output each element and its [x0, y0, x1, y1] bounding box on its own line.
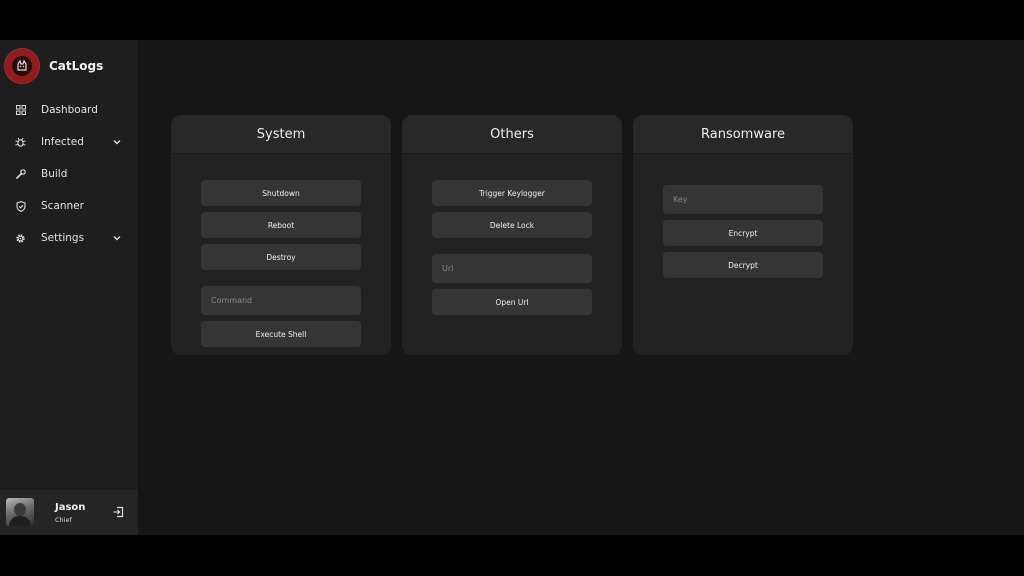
system-panel-title: System: [171, 115, 391, 154]
user-name: Jason: [55, 502, 86, 513]
open-url-button[interactable]: Open Url: [432, 289, 592, 315]
user-profile: Jason Chief: [0, 490, 138, 535]
execute-shell-button[interactable]: Execute Shell: [201, 321, 361, 347]
shield-icon: [15, 200, 26, 212]
sidebar: CatLogs Dashboard Infected Build Scanner…: [0, 40, 138, 535]
sidebar-item-label: Infected: [41, 136, 84, 148]
url-input[interactable]: Url: [432, 254, 592, 283]
sidebar-item-label: Dashboard: [41, 104, 98, 116]
avatar: [6, 498, 34, 526]
chevron-down-icon: [113, 140, 121, 145]
trigger-keylogger-button[interactable]: Trigger Keylogger: [432, 180, 592, 206]
wrench-icon: [15, 169, 26, 180]
encrypt-button[interactable]: Encrypt: [663, 220, 823, 246]
system-panel: System Shutdown Reboot Destroy Command E…: [171, 115, 391, 355]
brand-name: CatLogs: [49, 59, 104, 73]
shutdown-button[interactable]: Shutdown: [201, 180, 361, 206]
others-panel: Others Trigger Keylogger Delete Lock Url…: [402, 115, 622, 355]
key-input[interactable]: Key: [663, 185, 823, 214]
catlogs-logo-icon: [4, 48, 40, 84]
sidebar-item-dashboard[interactable]: Dashboard: [0, 94, 138, 126]
destroy-button[interactable]: Destroy: [201, 244, 361, 270]
sidebar-item-label: Build: [41, 168, 68, 180]
decrypt-button[interactable]: Decrypt: [663, 252, 823, 278]
others-panel-title: Others: [402, 115, 622, 154]
sidebar-nav: Dashboard Infected Build Scanner Setting…: [0, 94, 138, 254]
bug-icon: [15, 137, 26, 148]
reboot-button[interactable]: Reboot: [201, 212, 361, 238]
sidebar-item-build[interactable]: Build: [0, 158, 138, 190]
ransomware-panel: Ransomware Key Encrypt Decrypt: [633, 115, 853, 355]
logout-icon[interactable]: [112, 506, 124, 518]
sidebar-item-label: Settings: [41, 232, 85, 244]
user-role: Chief: [55, 516, 72, 524]
delete-lock-button[interactable]: Delete Lock: [432, 212, 592, 238]
sidebar-item-label: Scanner: [41, 200, 84, 212]
sidebar-item-infected[interactable]: Infected: [0, 126, 138, 158]
sidebar-item-settings[interactable]: Settings: [0, 222, 138, 254]
sidebar-item-scanner[interactable]: Scanner: [0, 190, 138, 222]
grid-icon: [15, 105, 26, 116]
ransomware-panel-title: Ransomware: [633, 115, 853, 154]
command-input[interactable]: Command: [201, 286, 361, 315]
chevron-down-icon: [113, 236, 121, 241]
brand[interactable]: CatLogs: [4, 48, 103, 84]
gear-icon: [15, 233, 26, 244]
app-window: CatLogs Dashboard Infected Build Scanner…: [0, 40, 1024, 535]
